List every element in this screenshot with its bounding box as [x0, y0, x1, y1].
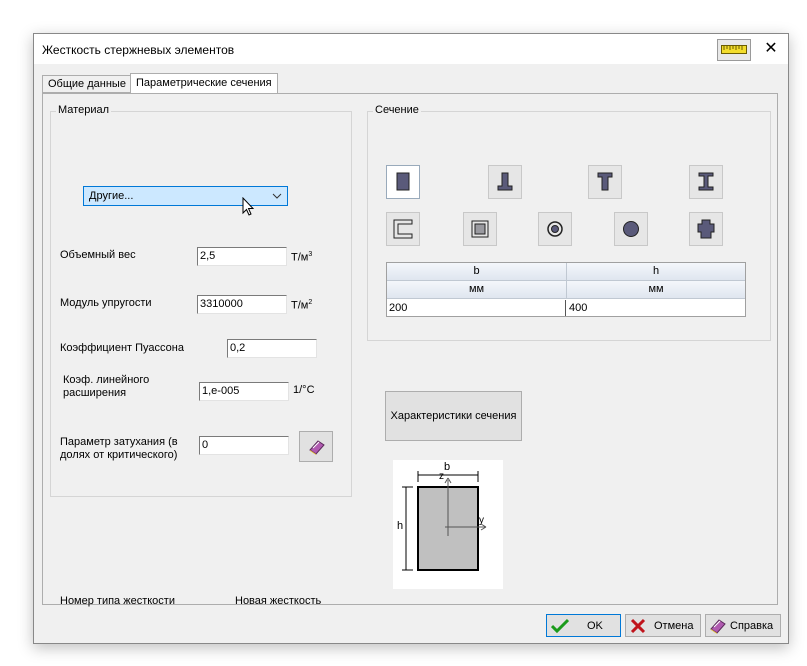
- elastic-modulus-unit: Т/м2: [291, 299, 313, 312]
- material-combo-value: Другие...: [89, 190, 134, 202]
- checkmark-icon: [551, 618, 569, 634]
- t-inverted-section-button[interactable]: [488, 165, 522, 199]
- pipe-section-button[interactable]: [538, 212, 572, 246]
- i-beam-section-button[interactable]: [689, 165, 723, 199]
- i-beam-section-icon: [698, 172, 714, 191]
- cancel-label: Отмена: [654, 620, 694, 632]
- section-group-label: Сечение: [373, 104, 421, 116]
- section-dimensions-table: b h мм мм 200 400: [386, 262, 746, 317]
- ok-label: OK: [587, 620, 603, 632]
- thermal-expansion-input[interactable]: 1,e-005: [199, 382, 289, 401]
- diagram-b-label: b: [444, 461, 451, 473]
- poisson-input[interactable]: 0,2: [227, 339, 317, 358]
- t-inverted-section-icon: [497, 172, 513, 191]
- thermal-expansion-unit: 1/°C: [293, 384, 315, 396]
- cancel-button[interactable]: Отмена: [625, 614, 701, 637]
- volumetric-weight-input[interactable]: 2,5: [197, 247, 287, 266]
- title-bar: Жесткость стержневых элементов ✕: [34, 34, 788, 64]
- damping-library-button[interactable]: [299, 431, 333, 462]
- units-button[interactable]: [717, 39, 751, 61]
- channel-section-button[interactable]: [386, 212, 420, 246]
- table-cell-b[interactable]: 200: [389, 300, 566, 316]
- t-section-icon: [597, 172, 613, 191]
- dialog-window: Жесткость стержневых элементов ✕ Общие д…: [33, 33, 789, 644]
- diagram-y-label: y: [479, 515, 484, 526]
- window-title: Жесткость стержневых элементов: [42, 43, 235, 57]
- table-header-b: b: [387, 263, 567, 281]
- rectangle-section-button[interactable]: [386, 165, 420, 199]
- box-section-icon: [471, 220, 489, 238]
- close-icon: ✕: [764, 40, 778, 57]
- volumetric-weight-label: Объемный вес: [60, 249, 136, 261]
- book-icon: [308, 438, 326, 456]
- round-section-icon: [623, 221, 639, 237]
- box-section-button[interactable]: [463, 212, 497, 246]
- cross-x-icon: [630, 618, 646, 634]
- thermal-expansion-label: Коэф. линейного расширения: [63, 374, 150, 399]
- table-cell-h[interactable]: 400: [569, 300, 745, 316]
- mouse-cursor-icon: [242, 197, 256, 217]
- table-unit-h: мм: [567, 281, 745, 299]
- rectangle-section-icon: [396, 172, 410, 191]
- table-header-h: h: [567, 263, 745, 281]
- poisson-label: Коэффициент Пуассона: [60, 342, 184, 354]
- damping-label: Параметр затухания (в долях от критическо…: [60, 436, 178, 461]
- t-section-button[interactable]: [588, 165, 622, 199]
- section-diagram: b h z y: [393, 460, 503, 589]
- elastic-modulus-label: Модуль упругости: [60, 297, 152, 309]
- help-book-icon: [709, 618, 727, 635]
- channel-section-icon: [393, 219, 413, 239]
- ruler-icon: [721, 45, 747, 54]
- tab-general-data[interactable]: Общие данные: [42, 75, 132, 93]
- diagram-z-label: z: [439, 471, 444, 482]
- diagram-h-label: h: [397, 520, 404, 532]
- close-button[interactable]: ✕: [758, 38, 784, 60]
- help-label: Справка: [730, 620, 774, 632]
- material-group-label: Материал: [56, 104, 111, 116]
- volumetric-weight-unit: Т/м3: [291, 251, 313, 264]
- elastic-modulus-input[interactable]: 3310000: [197, 295, 287, 314]
- cross-section-icon: [697, 219, 715, 239]
- chevron-down-icon: [272, 187, 282, 205]
- pipe-section-icon: [547, 221, 563, 237]
- round-section-button[interactable]: [614, 212, 648, 246]
- damping-input[interactable]: 0: [199, 436, 289, 455]
- material-combo[interactable]: Другие...: [83, 186, 288, 206]
- stiffness-type-label: Номер типа жесткости: [60, 595, 175, 607]
- section-characteristics-button[interactable]: Характеристики сечения: [385, 391, 522, 441]
- ok-button[interactable]: OK: [546, 614, 621, 637]
- help-button[interactable]: Справка: [705, 614, 781, 637]
- tab-parametric-sections[interactable]: Параметрические сечения: [130, 73, 278, 94]
- stiffness-type-value: Новая жесткость: [235, 595, 322, 607]
- cross-section-button[interactable]: [689, 212, 723, 246]
- table-unit-b: мм: [387, 281, 567, 299]
- tab-panel: Материал Другие... Объемный вес 2,5 Т/м3…: [42, 93, 778, 607]
